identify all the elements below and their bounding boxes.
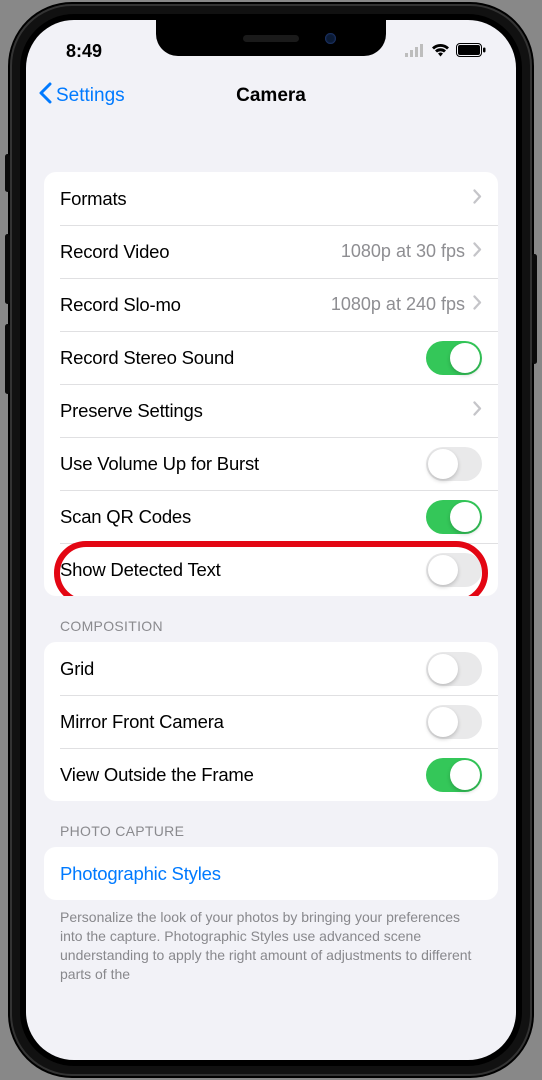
row-label: Record Stereo Sound xyxy=(60,347,426,369)
toggle-volume-burst[interactable] xyxy=(426,447,482,481)
row-label: Formats xyxy=(60,188,473,210)
content: Formats Record Video 1080p at 30 fps Rec… xyxy=(26,122,516,1060)
row-mirror-front: Mirror Front Camera xyxy=(44,695,498,748)
section-header-composition: COMPOSITION xyxy=(26,596,516,642)
row-label: Record Video xyxy=(60,241,341,263)
row-label: View Outside the Frame xyxy=(60,764,426,786)
row-preserve-settings[interactable]: Preserve Settings xyxy=(44,384,498,437)
row-label: Scan QR Codes xyxy=(60,506,426,528)
row-label: Use Volume Up for Burst xyxy=(60,453,426,475)
cellular-icon xyxy=(405,41,425,62)
wifi-icon xyxy=(431,41,450,62)
row-photographic-styles[interactable]: Photographic Styles xyxy=(44,847,498,900)
nav-bar: Settings Camera xyxy=(26,70,516,122)
chevron-right-icon xyxy=(473,401,482,421)
row-record-video[interactable]: Record Video 1080p at 30 fps xyxy=(44,225,498,278)
row-label: Photographic Styles xyxy=(60,863,482,885)
row-stereo-sound: Record Stereo Sound xyxy=(44,331,498,384)
toggle-grid[interactable] xyxy=(426,652,482,686)
chevron-right-icon xyxy=(473,295,482,315)
notch xyxy=(156,20,386,56)
row-view-outside-frame: View Outside the Frame xyxy=(44,748,498,801)
row-label: Record Slo-mo xyxy=(60,294,331,316)
back-label: Settings xyxy=(56,85,125,107)
row-volume-burst: Use Volume Up for Burst xyxy=(44,437,498,490)
row-label: Grid xyxy=(60,658,426,680)
row-value: 1080p at 240 fps xyxy=(331,294,465,315)
row-grid: Grid xyxy=(44,642,498,695)
section-footer-text: Personalize the look of your photos by b… xyxy=(26,900,516,984)
settings-group-photo-capture: Photographic Styles xyxy=(44,847,498,900)
row-label: Mirror Front Camera xyxy=(60,711,426,733)
toggle-mirror-front[interactable] xyxy=(426,705,482,739)
row-label: Preserve Settings xyxy=(60,400,473,422)
toggle-view-outside-frame[interactable] xyxy=(426,758,482,792)
toggle-scan-qr[interactable] xyxy=(426,500,482,534)
chevron-left-icon xyxy=(38,82,52,110)
phone-frame: 8:49 Set xyxy=(10,4,532,1076)
section-header-photo-capture: PHOTO CAPTURE xyxy=(26,801,516,847)
settings-group-composition: Grid Mirror Front Camera View Outside th… xyxy=(44,642,498,801)
toggle-stereo-sound[interactable] xyxy=(426,341,482,375)
row-value: 1080p at 30 fps xyxy=(341,241,465,262)
row-record-slomo[interactable]: Record Slo-mo 1080p at 240 fps xyxy=(44,278,498,331)
row-label: Show Detected Text xyxy=(60,559,426,581)
chevron-right-icon xyxy=(473,242,482,262)
settings-group-1: Formats Record Video 1080p at 30 fps Rec… xyxy=(44,172,498,596)
status-time: 8:49 xyxy=(66,41,102,62)
chevron-right-icon xyxy=(473,189,482,209)
battery-icon xyxy=(456,41,486,62)
row-show-detected-text: Show Detected Text xyxy=(44,543,498,596)
row-scan-qr: Scan QR Codes xyxy=(44,490,498,543)
toggle-show-detected-text[interactable] xyxy=(426,553,482,587)
back-button[interactable]: Settings xyxy=(38,82,125,110)
row-formats[interactable]: Formats xyxy=(44,172,498,225)
